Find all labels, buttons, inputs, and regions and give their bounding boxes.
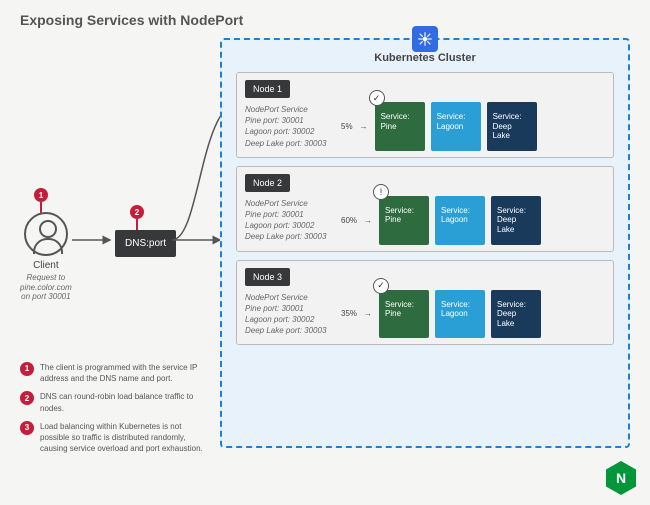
status-warn-icon: ! [373,184,389,200]
node-title: Node 3 [245,268,290,286]
legend-num: 3 [20,421,34,435]
service-lagoon: Service:Lagoon [435,290,485,339]
nodeport-info: NodePort ServicePine port: 30001Lagoon p… [245,292,335,337]
client-label: Client [20,260,72,271]
arrow-icon: → [364,216,372,225]
service-deep: Service:Deep Lake [491,196,541,245]
service-lagoon: Service:Lagoon [435,196,485,245]
legend-text: The client is programmed with the servic… [40,362,210,384]
legend-text: Load balancing within Kubernetes is not … [40,421,210,455]
legend-num: 1 [20,362,34,376]
node-3: Node 3 NodePort ServicePine port: 30001L… [236,260,614,346]
nginx-logo: N [606,461,636,495]
service-deep: Service:Deep Lake [491,290,541,339]
service-lagoon: Service:Lagoon [431,102,481,151]
pin-1: 1 [34,188,48,202]
kubernetes-icon [412,26,438,52]
arrow-icon: → [364,309,372,318]
page-title: Exposing Services with NodePort [20,12,243,28]
service-deep: Service:Deep Lake [487,102,537,151]
arrow-icon: → [360,122,368,131]
cluster: Kubernetes Cluster Node 1 NodePort Servi… [220,38,630,448]
node-title: Node 2 [245,174,290,192]
client-block: Client Request to pine.color.com on port… [20,212,72,302]
pin-2: 2 [130,205,144,219]
status-check-icon: ✓ [373,278,389,294]
nodeport-info: NodePort ServicePine port: 30001Lagoon p… [245,198,335,243]
legend-row: 1 The client is programmed with the servi… [20,362,210,384]
legend-num: 2 [20,391,34,405]
nodeport-info: NodePort ServicePine port: 30001Lagoon p… [245,104,335,149]
node-2: Node 2 NodePort ServicePine port: 30001L… [236,166,614,252]
service-pine: Service:Pine [375,102,425,151]
service-pine: Service:Pine [379,196,429,245]
status-check-icon: ✓ [369,90,385,106]
client-sub: Request to pine.color.com on port 30001 [20,273,72,302]
node-title: Node 1 [245,80,290,98]
traffic-pct: 60% [341,216,357,225]
client-icon [24,212,68,256]
cluster-title: Kubernetes Cluster [230,52,620,64]
traffic-pct: 5% [341,122,353,131]
legend-row: 2 DNS can round-robin load balance traffi… [20,391,210,413]
legend-row: 3 Load balancing within Kubernetes is not… [20,421,210,455]
traffic-pct: 35% [341,309,357,318]
legend: 1 The client is programmed with the servi… [20,362,210,461]
node-1: Node 1 NodePort ServicePine port: 30001L… [236,72,614,158]
service-pine: Service:Pine [379,290,429,339]
legend-text: DNS can round-robin load balance traffic… [40,391,210,413]
dns-box: DNS:port [115,230,176,257]
